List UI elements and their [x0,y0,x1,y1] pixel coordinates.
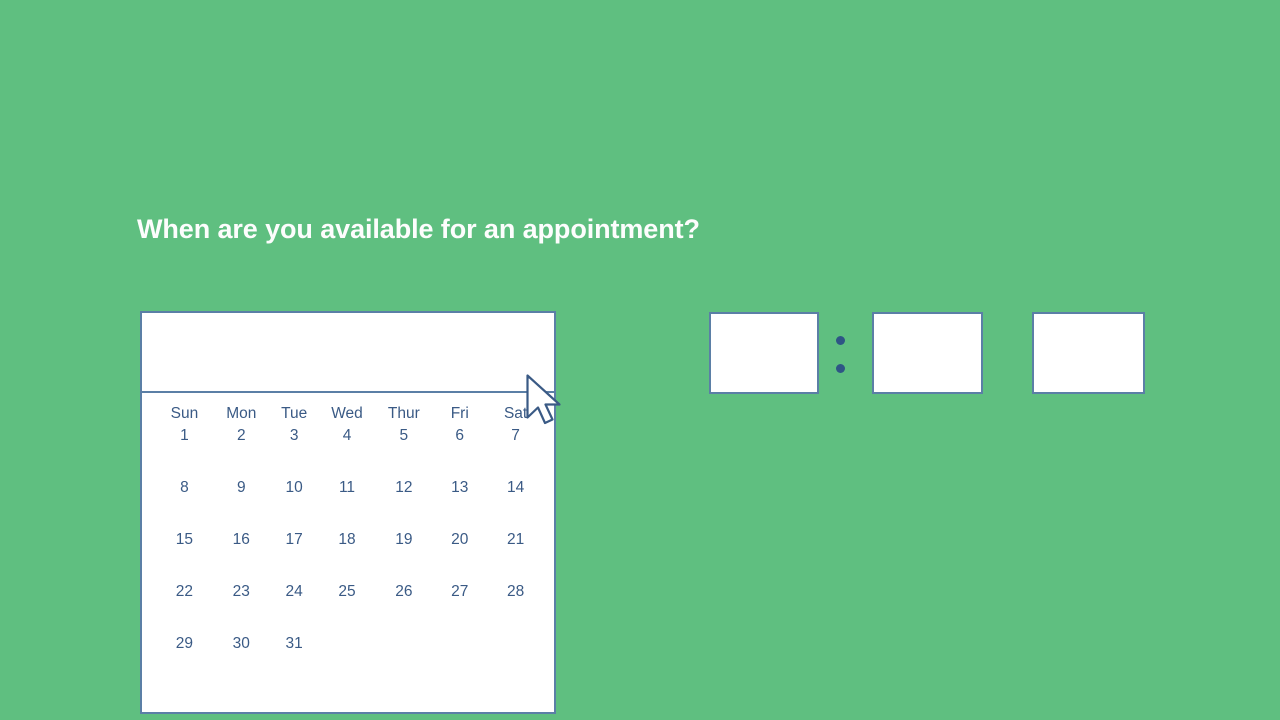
calendar-widget[interactable]: Sun Mon Tue Wed Thur Fri Sat 1 2 3 4 5 6… [140,311,556,714]
day-header-sun: Sun [170,405,199,422]
calendar-date-cell[interactable]: 18 [320,529,375,549]
calendar-date-cell[interactable]: 11 [320,477,375,497]
colon-dot-top-icon [836,336,845,345]
calendar-date-cell[interactable]: 20 [432,529,487,549]
calendar-date-cell[interactable]: 31 [267,633,322,653]
calendar-date-cell[interactable]: 6 [432,425,487,445]
calendar-date-cell[interactable]: 1 [157,425,212,445]
calendar-date-cell[interactable]: 24 [267,581,322,601]
calendar-date-cell[interactable]: 15 [157,529,212,549]
calendar-week-row: 22 23 24 25 26 27 28 [156,581,540,633]
calendar-date-cell[interactable]: 21 [488,529,543,549]
calendar-date-cell[interactable]: 30 [214,633,269,653]
time-hour-value [711,314,817,392]
day-header-sat: Sat [503,405,528,422]
page-title: When are you available for an appointmen… [137,214,700,244]
time-period-input[interactable] [1032,312,1145,394]
calendar-date-cell[interactable]: 25 [320,581,375,601]
time-hour-input[interactable] [709,312,819,394]
time-period-value [1034,314,1143,392]
day-header-tue: Tue [281,405,308,422]
calendar-date-cell[interactable]: 23 [214,581,269,601]
calendar-date-cell[interactable]: 26 [376,581,431,601]
calendar-date-cell-empty [488,633,543,635]
calendar-date-cell-empty [320,633,375,635]
calendar-date-cell[interactable]: 8 [157,477,212,497]
day-header-mon: Mon [226,405,257,422]
calendar-date-cell[interactable]: 14 [488,477,543,497]
time-separator-colon [836,336,846,374]
day-header-wed: Wed [331,405,363,422]
calendar-week-row: 8 9 10 11 12 13 14 [156,477,540,529]
time-minute-input[interactable] [872,312,983,394]
calendar-date-cell-empty [376,633,431,635]
time-minute-value [874,314,981,392]
calendar-week-row: 29 30 31 [156,633,540,685]
calendar-date-cell[interactable]: 7 [488,425,543,445]
colon-dot-bottom-icon [836,364,845,373]
app-canvas: When are you available for an appointmen… [0,0,1280,720]
calendar-date-cell[interactable]: 12 [376,477,431,497]
day-header-fri: Fri [450,405,469,422]
calendar-date-cell[interactable]: 19 [376,529,431,549]
calendar-date-cell[interactable]: 29 [157,633,212,653]
calendar-month-label [142,313,554,340]
calendar-date-cell[interactable]: 4 [320,425,375,445]
calendar-date-cell[interactable]: 2 [214,425,269,445]
calendar-date-cell[interactable]: 5 [376,425,431,445]
calendar-header [142,313,554,393]
calendar-date-cell[interactable]: 28 [488,581,543,601]
calendar-date-cell[interactable]: 17 [267,529,322,549]
calendar-week-row: 15 16 17 18 19 20 21 [156,529,540,581]
calendar-date-cell[interactable]: 27 [432,581,487,601]
calendar-date-cell[interactable]: 10 [267,477,322,497]
calendar-day-header-row: Sun Mon Tue Wed Thur Fri Sat [156,405,540,425]
day-header-thur: Thur [387,405,420,422]
calendar-week-row: 1 2 3 4 5 6 7 [156,425,540,477]
calendar-date-cell[interactable]: 22 [157,581,212,601]
calendar-date-cell-empty [432,633,487,635]
calendar-date-cell[interactable]: 16 [214,529,269,549]
calendar-date-cell[interactable]: 3 [267,425,322,445]
calendar-date-cell[interactable]: 13 [432,477,487,497]
calendar-date-cell[interactable]: 9 [214,477,269,497]
calendar-grid: Sun Mon Tue Wed Thur Fri Sat 1 2 3 4 5 6… [142,393,554,685]
